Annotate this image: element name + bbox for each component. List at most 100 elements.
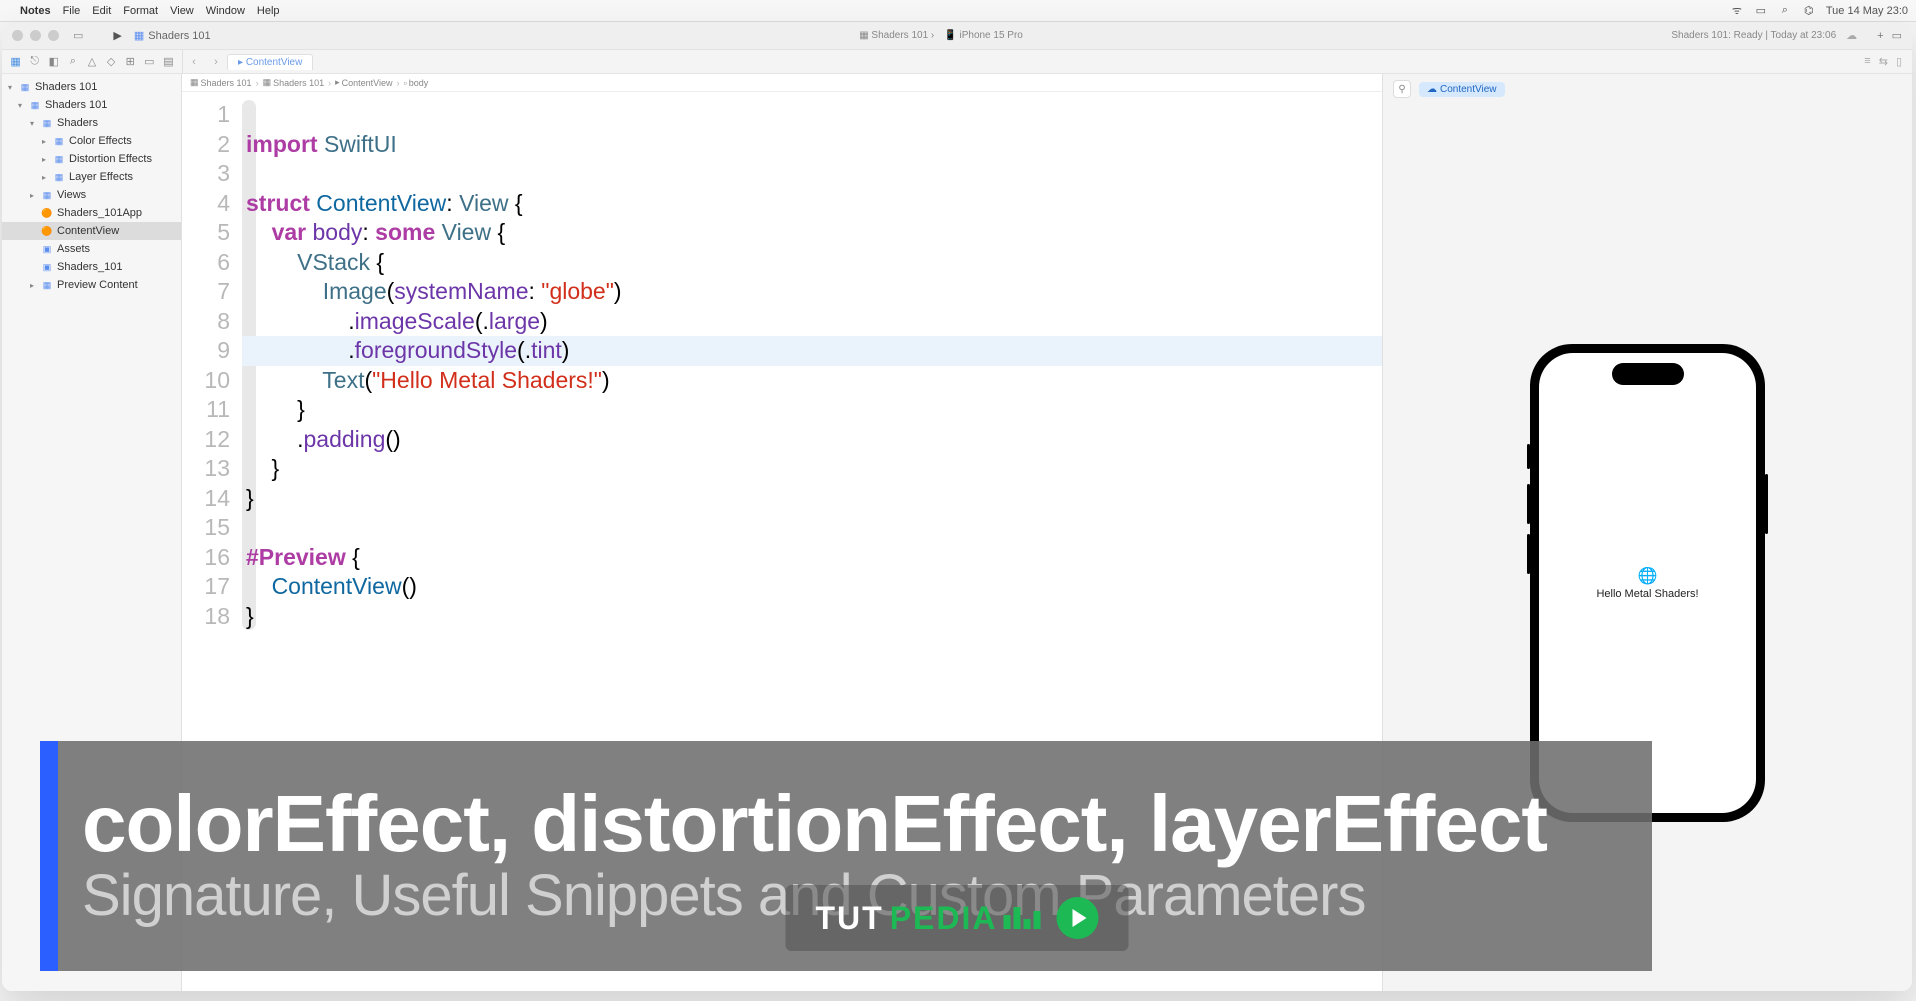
- menu-view[interactable]: View: [170, 5, 194, 17]
- nav-label: Layer Effects: [69, 171, 133, 183]
- traffic-lights[interactable]: [12, 30, 59, 41]
- nav-item-color-effects[interactable]: ▸▦Color Effects: [2, 132, 181, 150]
- swift-icon: 🟠: [40, 206, 54, 220]
- iphone-silent-switch: [1527, 444, 1530, 469]
- center-tab-2[interactable]: 📱 iPhone 15 Pro: [944, 30, 1023, 41]
- crumb-3[interactable]: ▫ body: [404, 78, 429, 88]
- center-tab-1[interactable]: ▦ Shaders 101 ›: [859, 30, 934, 41]
- menu-file[interactable]: File: [63, 5, 81, 17]
- preview-chip-label: ContentView: [1440, 84, 1497, 95]
- menu-help[interactable]: Help: [257, 5, 280, 17]
- fld-icon: ▦: [52, 134, 66, 148]
- code-line[interactable]: .foregroundStyle(.tint): [242, 336, 1382, 366]
- build-status: Shaders 101: Ready | Today at 23:06: [1671, 30, 1836, 41]
- preview-selector[interactable]: ☁ ContentView: [1419, 82, 1505, 97]
- nav-item-shaders-101[interactable]: ▣Shaders_101: [2, 258, 181, 276]
- code-line[interactable]: .imageScale(.large): [242, 307, 1382, 337]
- forward-button[interactable]: ›: [205, 56, 227, 68]
- nav-debug-icon[interactable]: ⊞: [125, 55, 136, 69]
- nav-test-icon[interactable]: ◇: [106, 55, 117, 69]
- nav-breakpoint-icon[interactable]: ▭: [144, 55, 155, 69]
- editor-options-icon[interactable]: ≡: [1864, 55, 1870, 68]
- menu-format[interactable]: Format: [123, 5, 158, 17]
- pin-preview-button[interactable]: ⚲: [1393, 80, 1411, 98]
- code-line[interactable]: }: [242, 395, 1382, 425]
- nav-item-contentview[interactable]: 🟠ContentView: [2, 222, 181, 240]
- code-line[interactable]: import SwiftUI: [242, 130, 1382, 160]
- code-line[interactable]: .padding(): [242, 425, 1382, 455]
- play-icon: [1057, 897, 1099, 939]
- code-line[interactable]: ContentView(): [242, 572, 1382, 602]
- nav-item-shaders-101app[interactable]: 🟠Shaders_101App: [2, 204, 181, 222]
- wifi-icon[interactable]: ᯤ: [1730, 4, 1744, 18]
- code-line[interactable]: var body: some View {: [242, 218, 1382, 248]
- crumb-0[interactable]: ▦ Shaders 101: [190, 77, 252, 88]
- menubar-clock[interactable]: Tue 14 May 23:0: [1826, 5, 1908, 17]
- window-titlebar: ▭ ▶ ▦ Shaders 101 ▦ Shaders 101 › 📱 iPho…: [2, 22, 1912, 50]
- code-line[interactable]: }: [242, 454, 1382, 484]
- scheme-selector[interactable]: ▦ Shaders 101: [134, 29, 211, 42]
- code-line[interactable]: }: [242, 484, 1382, 514]
- code-line[interactable]: Image(systemName: "globe"): [242, 277, 1382, 307]
- nav-item-preview-content[interactable]: ▸▦Preview Content: [2, 276, 181, 294]
- nav-label: Shaders 101: [45, 99, 107, 111]
- adjust-editor-icon[interactable]: ⇆: [1879, 55, 1888, 68]
- nav-source-icon[interactable]: ⎋: [29, 55, 40, 69]
- code-line[interactable]: [242, 513, 1382, 543]
- code-line[interactable]: #Preview {: [242, 543, 1382, 573]
- nav-symbol-icon[interactable]: ◧: [48, 55, 59, 69]
- control-center-icon[interactable]: ⌬: [1802, 4, 1816, 18]
- nav-project-icon[interactable]: ▦: [10, 55, 21, 69]
- watermark-text-2: PEDIA: [890, 900, 998, 937]
- menu-edit[interactable]: Edit: [92, 5, 111, 17]
- code-line[interactable]: [242, 100, 1382, 130]
- fld-icon: ▦: [40, 116, 54, 130]
- scheme-label: Shaders 101: [148, 30, 210, 42]
- back-button[interactable]: ‹: [183, 56, 205, 68]
- code-line[interactable]: VStack {: [242, 248, 1382, 278]
- nav-find-icon[interactable]: ⌕: [67, 55, 78, 69]
- right-panel-toggle-icon[interactable]: ▭: [1892, 29, 1902, 42]
- nav-label: Shaders_101App: [57, 207, 142, 219]
- crumb-2[interactable]: ▸ ContentView: [335, 77, 392, 88]
- fld-icon: ▦: [28, 98, 42, 112]
- watermark-text-1: TUT: [816, 900, 884, 937]
- nav-label: Color Effects: [69, 135, 132, 147]
- globe-icon: 🌐: [1596, 566, 1698, 586]
- iphone-side-button: [1765, 474, 1768, 534]
- menu-window[interactable]: Window: [206, 5, 245, 17]
- crumb-1[interactable]: ▦ Shaders 101: [263, 77, 325, 88]
- nav-project-root[interactable]: ▾▦ Shaders 101: [2, 78, 181, 96]
- search-icon[interactable]: ⌕: [1778, 4, 1792, 18]
- nav-item-distortion-effects[interactable]: ▸▦Distortion Effects: [2, 150, 181, 168]
- code-line[interactable]: }: [242, 602, 1382, 632]
- sidebar-toggle-icon[interactable]: ▭: [73, 29, 83, 42]
- close-icon[interactable]: [12, 30, 23, 41]
- nav-item-shaders[interactable]: ▾▦Shaders: [2, 114, 181, 132]
- app-name[interactable]: Notes: [20, 5, 51, 17]
- nav-report-icon[interactable]: ▤: [163, 55, 174, 69]
- nav-item-shaders-101[interactable]: ▾▦Shaders 101: [2, 96, 181, 114]
- minimize-icon[interactable]: [30, 30, 41, 41]
- fld-icon: ▦: [52, 170, 66, 184]
- cloud-icon[interactable]: ☁: [1846, 29, 1857, 42]
- zoom-icon[interactable]: [48, 30, 59, 41]
- nav-issue-icon[interactable]: △: [86, 55, 97, 69]
- editor-tab-contentview[interactable]: ▸ ContentView: [227, 54, 313, 70]
- fld-icon: ▦: [52, 152, 66, 166]
- run-button[interactable]: ▶: [113, 29, 121, 42]
- navigator-toolbar: ▦ ⎋ ◧ ⌕ △ ◇ ⊞ ▭ ▤ ‹ › ▸ ContentView ≡ ⇆ …: [2, 50, 1912, 74]
- iphone-dynamic-island: [1612, 363, 1684, 385]
- jump-bar[interactable]: ▦ Shaders 101› ▦ Shaders 101› ▸ ContentV…: [182, 74, 1382, 92]
- add-tab-button[interactable]: +: [1877, 30, 1883, 42]
- split-editor-icon[interactable]: ▯: [1896, 55, 1902, 68]
- nav-item-layer-effects[interactable]: ▸▦Layer Effects: [2, 168, 181, 186]
- nav-item-assets[interactable]: ▣Assets: [2, 240, 181, 258]
- asset-icon: ▣: [40, 242, 54, 256]
- code-line[interactable]: Text("Hello Metal Shaders!"): [242, 366, 1382, 396]
- battery-icon[interactable]: ▭: [1754, 4, 1768, 18]
- asset-icon: ▣: [40, 260, 54, 274]
- code-line[interactable]: struct ContentView: View {: [242, 189, 1382, 219]
- code-line[interactable]: [242, 159, 1382, 189]
- nav-item-views[interactable]: ▸▦Views: [2, 186, 181, 204]
